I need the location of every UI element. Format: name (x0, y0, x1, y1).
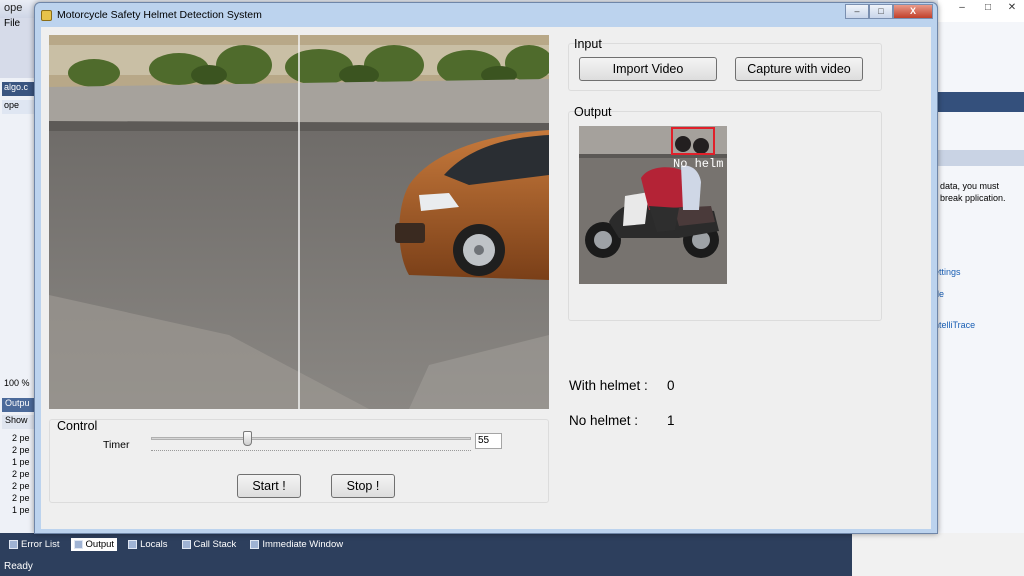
window-titlebar[interactable]: Motorcycle Safety Helmet Detection Syste… (41, 6, 262, 24)
detection-label: No helm (673, 157, 723, 171)
ide-status-bar: Ready (0, 561, 852, 576)
ide-right-titlebar: – □ ✕ (938, 0, 1024, 22)
output-group-label: Output (574, 105, 612, 119)
timer-slider-track[interactable] (151, 437, 471, 440)
tab-call-stack[interactable]: Call Stack (179, 538, 240, 551)
error-list-icon (9, 540, 18, 549)
timer-label: Timer (103, 439, 130, 451)
ide-minimize-icon[interactable]: – (950, 2, 974, 16)
form-client-area: Control Timer 55 Start ! Stop ! Input Im… (41, 27, 931, 529)
input-group-label: Input (574, 37, 602, 51)
ide-output-line: 2 pe (12, 469, 30, 479)
window-title: Motorcycle Safety Helmet Detection Syste… (57, 9, 262, 21)
ide-zoom-level[interactable]: 100 % (4, 378, 30, 388)
immediate-window-icon (250, 540, 260, 549)
with-helmet-label: With helmet : (569, 378, 648, 393)
ide-close-icon[interactable]: ✕ (1000, 2, 1024, 16)
ide-editor-tab[interactable]: algo.c (2, 82, 36, 96)
ide-output-line: 1 pe (12, 505, 30, 515)
ide-output-line: 2 pe (12, 433, 30, 443)
ide-output-show[interactable]: Show (2, 415, 36, 429)
ide-output-header: Outpu (2, 398, 36, 412)
ide-bottom-right-area (852, 533, 1024, 576)
ide-output-line: 2 pe (12, 481, 30, 491)
import-video-button[interactable]: Import Video (579, 57, 717, 81)
stop-button[interactable]: Stop ! (331, 474, 395, 498)
timer-value-field[interactable]: 55 (475, 433, 502, 449)
capture-video-button[interactable]: Capture with video (735, 57, 863, 81)
start-button[interactable]: Start ! (237, 474, 301, 498)
ide-editor-tab-2[interactable]: ope (2, 100, 36, 114)
locals-icon (128, 540, 138, 549)
tab-output[interactable]: Output (70, 538, 118, 551)
call-stack-icon (181, 540, 191, 549)
ide-right-header-bar (938, 92, 1024, 112)
street-video-image (49, 35, 549, 409)
ide-bottom-tabs: Error List Output Locals Call Stack Imme… (6, 538, 346, 551)
tab-error-list[interactable]: Error List (6, 538, 63, 551)
helmet-detection-window: Motorcycle Safety Helmet Detection Syste… (34, 2, 938, 534)
ide-output-line: 2 pe (12, 493, 30, 503)
tab-immediate-window[interactable]: Immediate Window (247, 538, 346, 551)
ide-output-line: 2 pe (12, 445, 30, 455)
video-frame (49, 35, 549, 409)
ide-link-intellitrace[interactable]: ntelliTrace (934, 320, 975, 330)
no-helmet-label: No helmet : (569, 413, 639, 428)
control-group-label: Control (57, 419, 98, 433)
ide-right-subheader (938, 150, 1024, 166)
no-helmet-count: 1 (667, 413, 675, 428)
ide-output-line: 1 pe (12, 457, 30, 467)
with-helmet-count: 0 (667, 378, 675, 393)
minimize-button[interactable]: – (845, 4, 869, 19)
app-icon (41, 9, 52, 21)
output-icon (73, 540, 83, 549)
timer-slider-ticks (151, 448, 471, 451)
ide-exception-message: data, you must break pplication. (940, 181, 1006, 203)
close-button[interactable]: X (893, 4, 933, 19)
detection-output-image: No helm (579, 126, 727, 284)
timer-slider-thumb[interactable] (243, 431, 252, 446)
maximize-button[interactable]: □ (869, 4, 893, 19)
tab-locals[interactable]: Locals (125, 538, 170, 551)
ide-maximize-icon[interactable]: □ (976, 2, 1000, 16)
window-controls: – □ X (845, 4, 933, 19)
